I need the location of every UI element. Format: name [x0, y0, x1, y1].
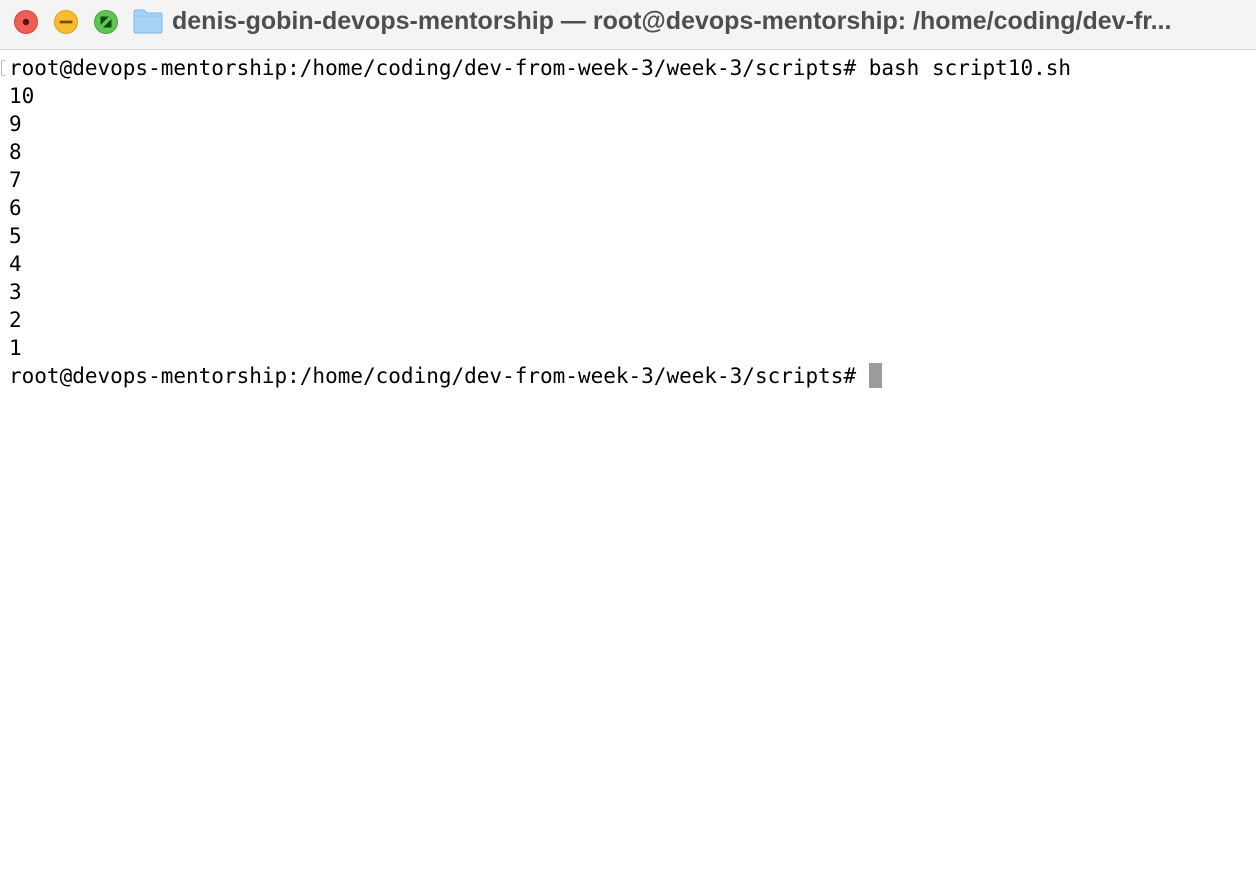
prompt: root@devops-mentorship:/home/coding/dev-… [9, 364, 857, 388]
terminal-lines: root@devops-mentorship:/home/coding/dev-… [9, 54, 1249, 390]
output-line: 6 [9, 196, 22, 220]
minimize-icon [59, 20, 73, 24]
current-prompt-line[interactable]: root@devops-mentorship:/home/coding/dev-… [9, 362, 1249, 390]
zoom-icon [100, 16, 112, 28]
terminal-content[interactable]: root@devops-mentorship:/home/coding/dev-… [0, 54, 1256, 870]
output-line: 3 [9, 280, 22, 304]
zoom-button[interactable] [94, 10, 118, 34]
scrollback-mark [1, 60, 5, 76]
text-cursor [868, 363, 882, 388]
folder-icon [133, 9, 163, 34]
close-icon [22, 18, 30, 26]
output-line: 9 [9, 112, 22, 136]
close-button[interactable] [14, 10, 38, 34]
title-bar[interactable]: denis-gobin-devops-mentorship — root@dev… [0, 0, 1256, 50]
prompt: root@devops-mentorship:/home/coding/dev-… [9, 56, 857, 80]
window-title: denis-gobin-devops-mentorship — root@dev… [172, 7, 1172, 35]
command-text: bash script10.sh [868, 56, 1072, 80]
minimize-button[interactable] [54, 10, 78, 34]
output-line: 10 [9, 84, 35, 108]
terminal-window: denis-gobin-devops-mentorship — root@dev… [0, 0, 1256, 870]
output-line: 7 [9, 168, 22, 192]
output-line: 2 [9, 308, 22, 332]
output-line: 8 [9, 140, 22, 164]
output-line: 4 [9, 252, 22, 276]
command-line: root@devops-mentorship:/home/coding/dev-… [9, 54, 1249, 82]
output-line: 1 [9, 336, 22, 360]
output-line: 5 [9, 224, 22, 248]
